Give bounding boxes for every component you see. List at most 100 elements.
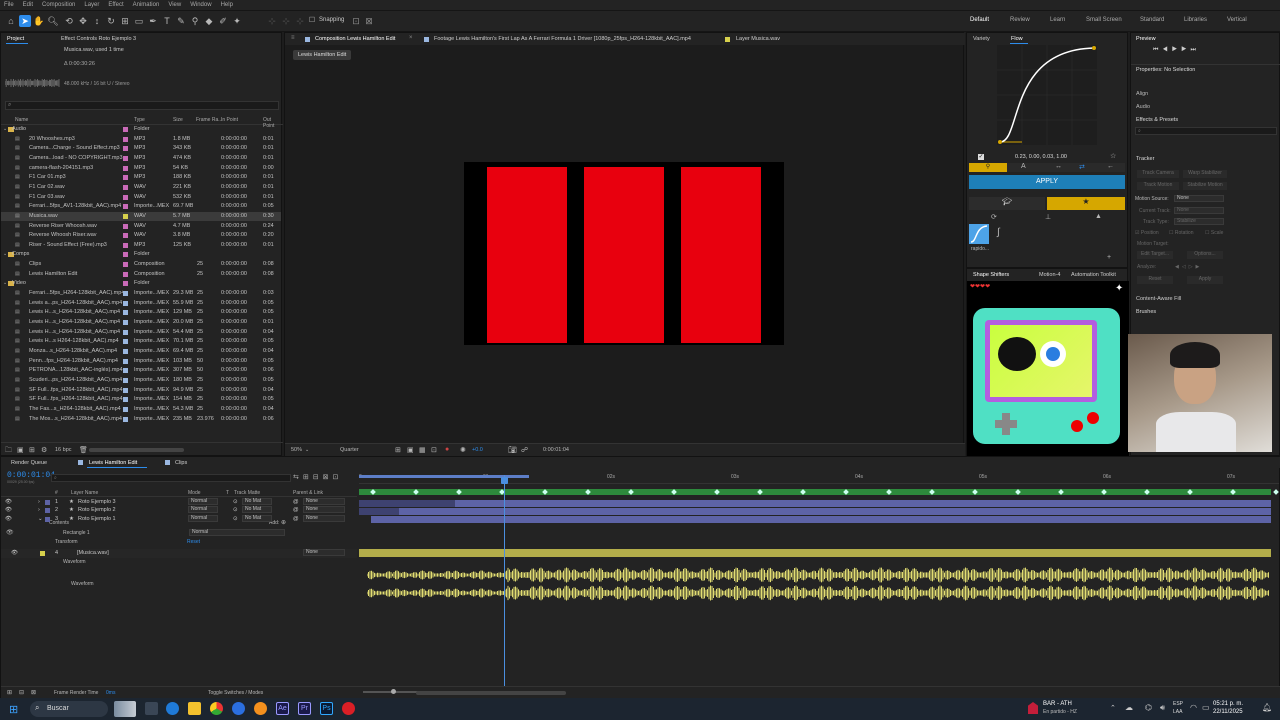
keyframe-marker[interactable] bbox=[800, 489, 806, 495]
label-color[interactable] bbox=[123, 204, 128, 210]
pickwhip-icon[interactable]: @ bbox=[293, 516, 299, 522]
keyframe-marker[interactable] bbox=[886, 489, 892, 495]
parent-select[interactable]: None bbox=[303, 514, 345, 522]
zoom-slider-handle[interactable] bbox=[391, 689, 396, 694]
motion-source-select[interactable]: None bbox=[1174, 195, 1224, 202]
workspace-default[interactable]: Default bbox=[970, 17, 989, 23]
selection-tool-icon[interactable]: ➤ bbox=[19, 15, 31, 27]
list-item[interactable]: ▤ PETRONA...128kbit_AAC-inglés).mp4 Import… bbox=[1, 366, 281, 376]
mode-select[interactable]: Normal bbox=[188, 498, 218, 505]
notification-icon[interactable]: 🔔︎ bbox=[1262, 703, 1272, 712]
new-folder-icon[interactable]: ▣ bbox=[17, 446, 24, 454]
clone-tool-icon[interactable]: ⚲ bbox=[189, 15, 201, 27]
new-comp-icon[interactable]: ⊞ bbox=[29, 446, 35, 454]
list-item[interactable]: ▤ Lewis Hamilton Edit Composition 25 0:00:00… bbox=[1, 270, 281, 280]
list-item[interactable]: ▤ F1 Car 02.wav WAV 221 KB 0:00:00:00 0:01 bbox=[1, 183, 281, 193]
snap-options-icon[interactable]: ⊡ bbox=[350, 15, 362, 27]
refresh-icon[interactable]: ⟳ bbox=[991, 213, 997, 221]
comp-flowchart-icon[interactable]: ⊞ bbox=[7, 689, 12, 696]
tab-motion[interactable]: Motion-4 bbox=[1039, 272, 1060, 278]
menu-file[interactable]: File bbox=[4, 2, 14, 8]
pickwhip-icon[interactable]: @ bbox=[293, 499, 299, 505]
layer-name[interactable]: Roto Ejemplo 1 bbox=[78, 516, 116, 522]
transparency-icon[interactable]: ▦ bbox=[419, 446, 426, 454]
keyframe-marker[interactable] bbox=[1230, 489, 1236, 495]
workspace-learn[interactable]: Learn bbox=[1050, 17, 1065, 23]
render-icon[interactable]: ⊟ bbox=[19, 689, 24, 696]
color-picker-icon[interactable]: ● bbox=[445, 446, 449, 453]
waveform-group-label[interactable]: Waveform bbox=[63, 559, 86, 565]
layer-color-label[interactable] bbox=[45, 516, 50, 522]
layer-bar-1[interactable] bbox=[455, 500, 1271, 507]
keyframe-marker[interactable] bbox=[1015, 489, 1021, 495]
show-snapshot-icon[interactable]: ☍ bbox=[521, 446, 528, 454]
brush-tool-icon[interactable]: ✎ bbox=[175, 15, 187, 27]
rectangle-label[interactable]: Rectangle 1 bbox=[63, 530, 90, 536]
list-item[interactable]: ▤ Musica.wav WAV 5.7 MB 0:00:00:00 0:30 bbox=[1, 211, 281, 222]
mode-select[interactable]: Normal bbox=[188, 514, 218, 522]
wifi-icon[interactable]: ◠ bbox=[1190, 703, 1197, 712]
list-item[interactable]: ▤ Reverse Riser Whoosh.wav WAV 4.7 MB 0:00:0… bbox=[1, 222, 281, 232]
zoom-tool-icon[interactable]: 🔍︎ bbox=[47, 15, 59, 27]
tab-project[interactable]: Project bbox=[7, 36, 24, 42]
label-color[interactable] bbox=[123, 348, 128, 354]
label-color[interactable] bbox=[123, 165, 128, 171]
dolly-tool-icon[interactable]: ↕ bbox=[91, 15, 103, 27]
layer-bar-2[interactable] bbox=[399, 508, 1271, 515]
scale-checkbox[interactable]: ☐ Scale bbox=[1205, 230, 1223, 236]
triangle-icon[interactable]: ▲ bbox=[1095, 213, 1102, 220]
timeline-search-input[interactable]: ⌕ bbox=[51, 474, 291, 482]
list-item[interactable]: ▤ Lewis H...s_H264-128kbit_AAC).mp4 Import… bbox=[1, 308, 281, 318]
effects-presets-title[interactable]: Effects & Presets bbox=[1136, 117, 1178, 123]
tab-clips[interactable]: Clips bbox=[175, 460, 187, 466]
label-color[interactable] bbox=[123, 406, 128, 412]
arrow-left-icon[interactable]: ← bbox=[1107, 163, 1114, 170]
layer-row[interactable]: 👁︎ › 1 ★ Roto Ejemplo 3 Normal ⊙ No Mat @ None bbox=[1, 498, 357, 507]
speaker-icon[interactable]: 🔊︎ bbox=[1160, 703, 1165, 713]
parent-select[interactable]: None bbox=[303, 549, 345, 556]
zoom-select[interactable]: 50% bbox=[291, 447, 302, 453]
apply-track-button[interactable]: Apply bbox=[1187, 276, 1223, 284]
eraser-tool-icon[interactable]: ◆ bbox=[203, 15, 215, 27]
options-button[interactable]: Options... bbox=[1187, 251, 1223, 259]
keyframe-marker[interactable] bbox=[929, 489, 935, 495]
checkbox-icon[interactable]: ✓ bbox=[978, 154, 984, 160]
browser-icon[interactable] bbox=[232, 702, 245, 715]
audio-layer-bar[interactable] bbox=[359, 549, 1271, 557]
premiere-icon[interactable]: Pr bbox=[298, 702, 311, 715]
transform-label[interactable]: Transform bbox=[55, 539, 78, 545]
list-item[interactable]: ▤ Lewis H...s H264-128kbit_AAC).mp4 Import… bbox=[1, 337, 281, 347]
chevron-right-icon[interactable]: › bbox=[38, 499, 40, 505]
ease-button[interactable]: ⚲ bbox=[969, 163, 1007, 172]
list-item[interactable]: ▤ Lewis H...s_H264-128kbit_AAC).mp4 Import… bbox=[1, 328, 281, 338]
eye-icon[interactable]: 👁︎ bbox=[5, 507, 12, 513]
up-icon[interactable]: ⊥ bbox=[1045, 213, 1051, 221]
language-label[interactable]: ESP bbox=[1173, 701, 1183, 707]
menu-effect[interactable]: Effect bbox=[108, 2, 123, 8]
menu-composition[interactable]: Composition bbox=[42, 2, 75, 8]
library-icon[interactable]: 🎓︎ bbox=[969, 197, 1045, 210]
region-icon[interactable]: ⊡ bbox=[431, 446, 437, 454]
label-color[interactable] bbox=[123, 300, 128, 306]
rotation-checkbox[interactable]: ☐ Rotation bbox=[1169, 230, 1194, 236]
edit-target-button[interactable]: Edit Target... bbox=[1137, 251, 1173, 259]
grid-icon[interactable]: ⊞ bbox=[395, 446, 401, 454]
tab-lewis-edit[interactable]: Lewis Hamilton Edit bbox=[89, 460, 137, 466]
keyframe-marker[interactable] bbox=[370, 489, 376, 495]
effects-search-input[interactable]: ⌕ bbox=[1135, 127, 1277, 135]
position-checkbox[interactable]: ☑ Position bbox=[1135, 230, 1159, 236]
hand-tool-icon[interactable]: ✋ bbox=[33, 15, 45, 27]
list-item[interactable]: ▤ Monza...s_H264-128kbit_AAC).mp4 Importe.… bbox=[1, 347, 281, 357]
axis-icon[interactable]: ⊹ bbox=[266, 15, 278, 27]
project-search-input[interactable]: ⌕ bbox=[5, 101, 279, 110]
snapping-checkbox-icon[interactable]: ☐ bbox=[306, 15, 318, 27]
menu-view[interactable]: View bbox=[168, 2, 181, 8]
keyframe-marker[interactable] bbox=[1101, 489, 1107, 495]
taskbar-search-input[interactable]: ⌕ Buscar bbox=[30, 701, 108, 717]
folder-row[interactable]: ⌄ Audio Folder bbox=[1, 125, 281, 135]
snapshot-icon[interactable]: 📷︎ bbox=[508, 446, 517, 454]
preset-curve-icon[interactable]: ∫ bbox=[997, 227, 1000, 238]
label-color[interactable] bbox=[123, 320, 128, 325]
shape-shifters-canvas[interactable]: ❤❤❤❤ ✦ bbox=[967, 281, 1129, 457]
puppet-tool-icon[interactable]: ✦ bbox=[231, 15, 243, 27]
